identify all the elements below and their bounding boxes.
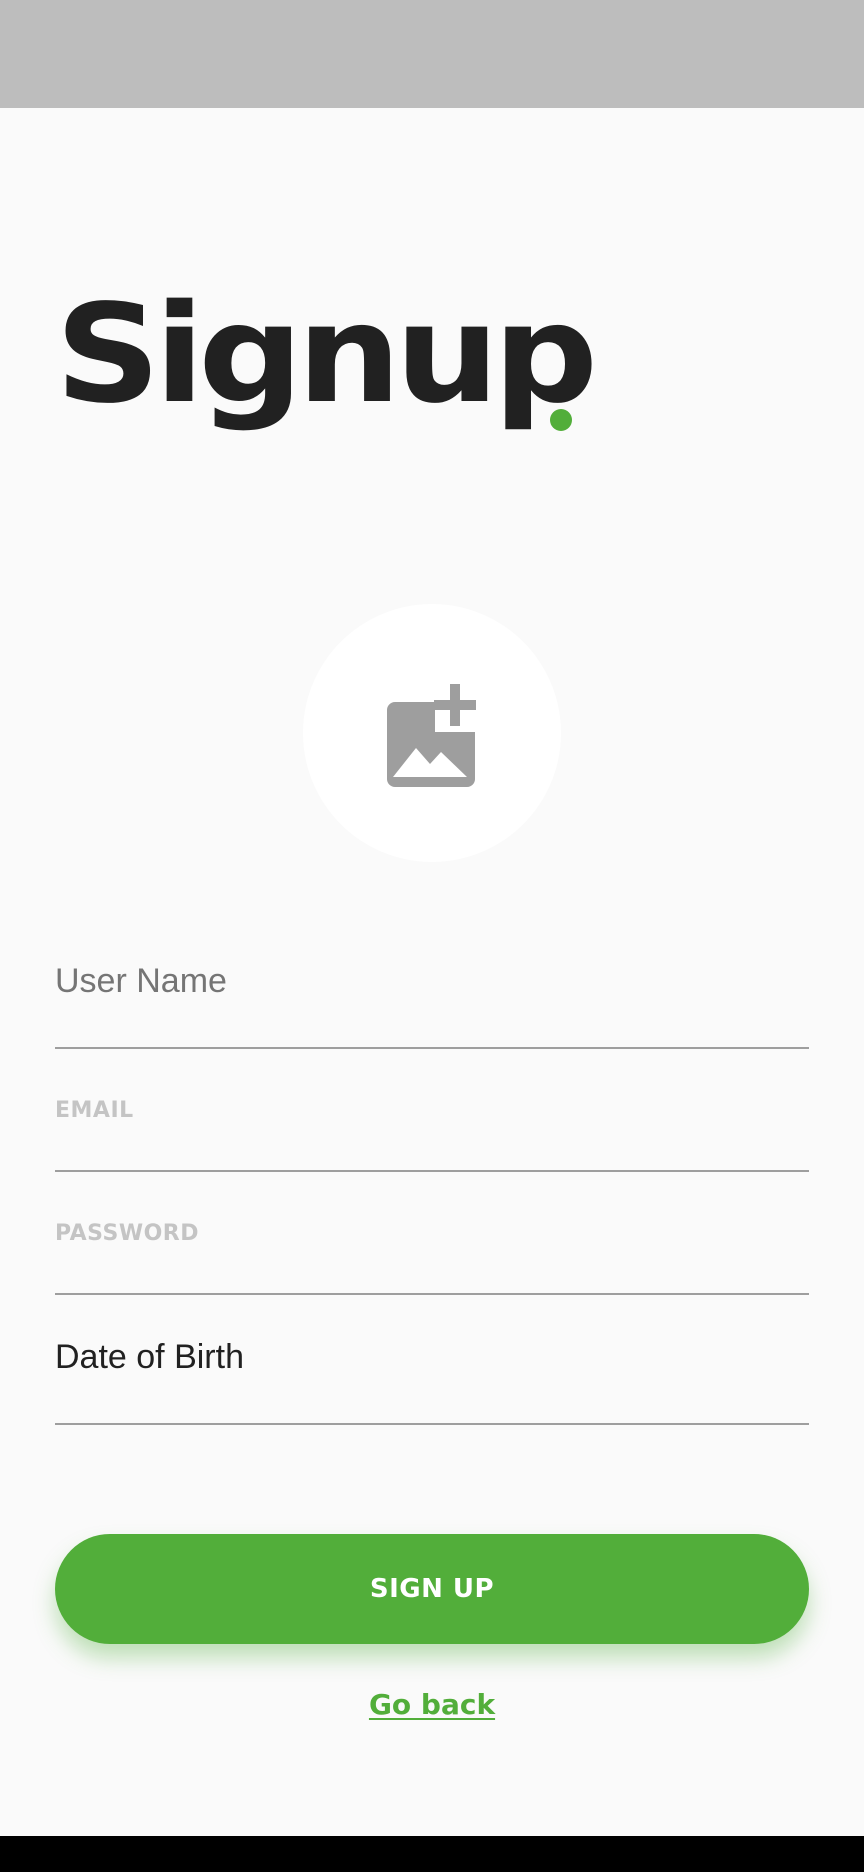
go-back-label: Go back [368,1688,496,1721]
date-of-birth-field[interactable]: Date of Birth [55,1328,809,1425]
email-placeholder: EMAIL [55,1098,134,1123]
status-bar [0,0,864,108]
date-of-birth-placeholder: Date of Birth [55,1338,244,1376]
username-placeholder: User Name [55,962,227,1000]
go-back-link[interactable]: Go back [0,1688,864,1721]
page-title: Signup [55,276,598,434]
title-block: Signup [55,270,598,440]
password-placeholder: PASSWORD [55,1221,200,1246]
avatar-picker-button[interactable] [303,604,561,862]
add-photo-icon [387,684,483,787]
password-field[interactable]: PASSWORD [55,1203,809,1295]
signup-button[interactable]: SIGN UP [55,1534,809,1644]
title-accent-dot [550,409,572,431]
email-field[interactable]: EMAIL [55,1080,809,1172]
navigation-bar [0,1836,864,1872]
username-field[interactable]: User Name [55,950,809,1049]
signup-button-label: SIGN UP [369,1574,495,1604]
